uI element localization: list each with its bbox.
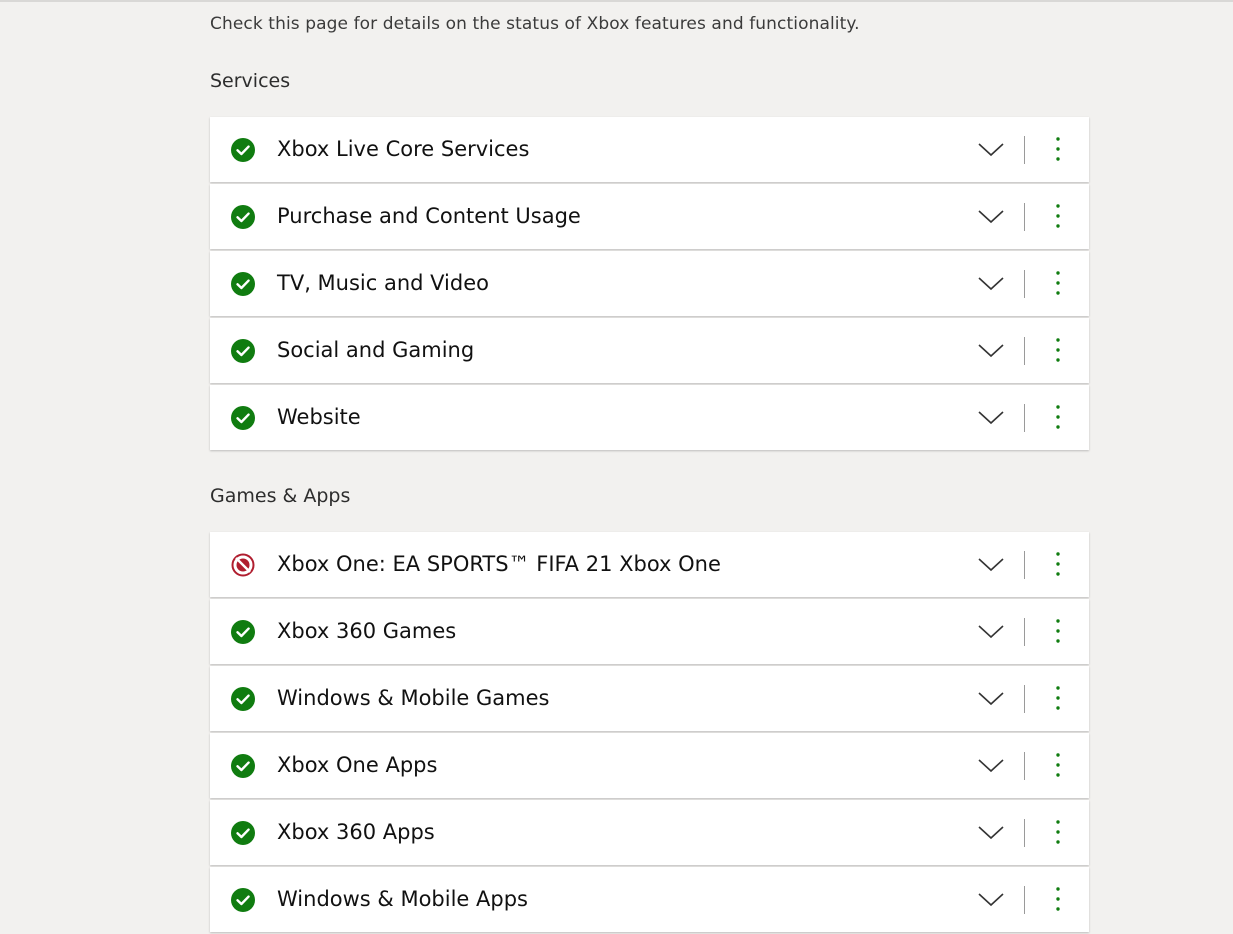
service-name: Xbox 360 Games [277,619,457,643]
service-name: Xbox Live Core Services [277,137,530,161]
more-options-icon[interactable] [1046,750,1070,780]
service-row[interactable]: Purchase and Content Usage [210,184,1089,249]
row-divider [1024,270,1025,298]
service-name: Xbox 360 Apps [277,820,435,844]
chevron-down-icon[interactable] [976,271,1006,295]
service-row[interactable]: Xbox One Apps [210,733,1089,798]
check-circle-icon [231,754,255,778]
service-row[interactable]: Xbox One: EA SPORTS™ FIFA 21 Xbox One [210,532,1089,597]
row-divider [1024,337,1025,365]
service-name: TV, Music and Video [277,271,489,295]
more-options-icon[interactable] [1046,201,1070,231]
more-options-icon[interactable] [1046,268,1070,298]
row-divider [1024,203,1025,231]
service-name: Purchase and Content Usage [277,204,581,228]
check-circle-icon [231,406,255,430]
row-divider [1024,886,1025,914]
row-divider [1024,819,1025,847]
top-divider [0,0,1233,2]
chevron-down-icon[interactable] [976,338,1006,362]
check-circle-icon [231,138,255,162]
more-options-icon[interactable] [1046,683,1070,713]
check-circle-icon [231,205,255,229]
service-name: Social and Gaming [277,338,475,362]
more-options-icon[interactable] [1046,134,1070,164]
blocked-circle-icon [231,553,255,577]
check-circle-icon [231,272,255,296]
service-name: Windows & Mobile Apps [277,887,528,911]
service-row[interactable]: Windows & Mobile Games [210,666,1089,731]
more-options-icon[interactable] [1046,884,1070,914]
chevron-down-icon[interactable] [976,204,1006,228]
more-options-icon[interactable] [1046,335,1070,365]
check-circle-icon [231,687,255,711]
more-options-icon[interactable] [1046,549,1070,579]
service-name: Website [277,405,361,429]
service-row[interactable]: Xbox 360 Games [210,599,1089,664]
more-options-icon[interactable] [1046,817,1070,847]
chevron-down-icon[interactable] [976,552,1006,576]
service-row[interactable]: Social and Gaming [210,318,1089,383]
section-title-services: Services [210,70,291,92]
chevron-down-icon[interactable] [976,887,1006,911]
row-divider [1024,404,1025,432]
service-name: Xbox One: EA SPORTS™ FIFA 21 Xbox One [277,552,721,576]
row-divider [1024,685,1025,713]
row-divider [1024,618,1025,646]
check-circle-icon [231,821,255,845]
service-row[interactable]: TV, Music and Video [210,251,1089,316]
check-circle-icon [231,620,255,644]
more-options-icon[interactable] [1046,402,1070,432]
chevron-down-icon[interactable] [976,405,1006,429]
service-row[interactable]: Windows & Mobile Apps [210,867,1089,932]
row-divider [1024,752,1025,780]
check-circle-icon [231,339,255,363]
section-title-games-apps: Games & Apps [210,485,351,507]
chevron-down-icon[interactable] [976,619,1006,643]
chevron-down-icon[interactable] [976,753,1006,777]
services-list: Xbox Live Core Services Purchase and Con… [210,117,1089,452]
service-row[interactable]: Xbox 360 Apps [210,800,1089,865]
chevron-down-icon[interactable] [976,820,1006,844]
chevron-down-icon[interactable] [976,686,1006,710]
service-row[interactable]: Website [210,385,1089,450]
service-name: Windows & Mobile Games [277,686,550,710]
check-circle-icon [231,888,255,912]
row-divider [1024,551,1025,579]
service-name: Xbox One Apps [277,753,438,777]
row-divider [1024,136,1025,164]
more-options-icon[interactable] [1046,616,1070,646]
games-apps-list: Xbox One: EA SPORTS™ FIFA 21 Xbox One Xb… [210,532,1089,934]
service-row[interactable]: Xbox Live Core Services [210,117,1089,182]
chevron-down-icon[interactable] [976,137,1006,161]
intro-text: Check this page for details on the statu… [210,14,860,34]
